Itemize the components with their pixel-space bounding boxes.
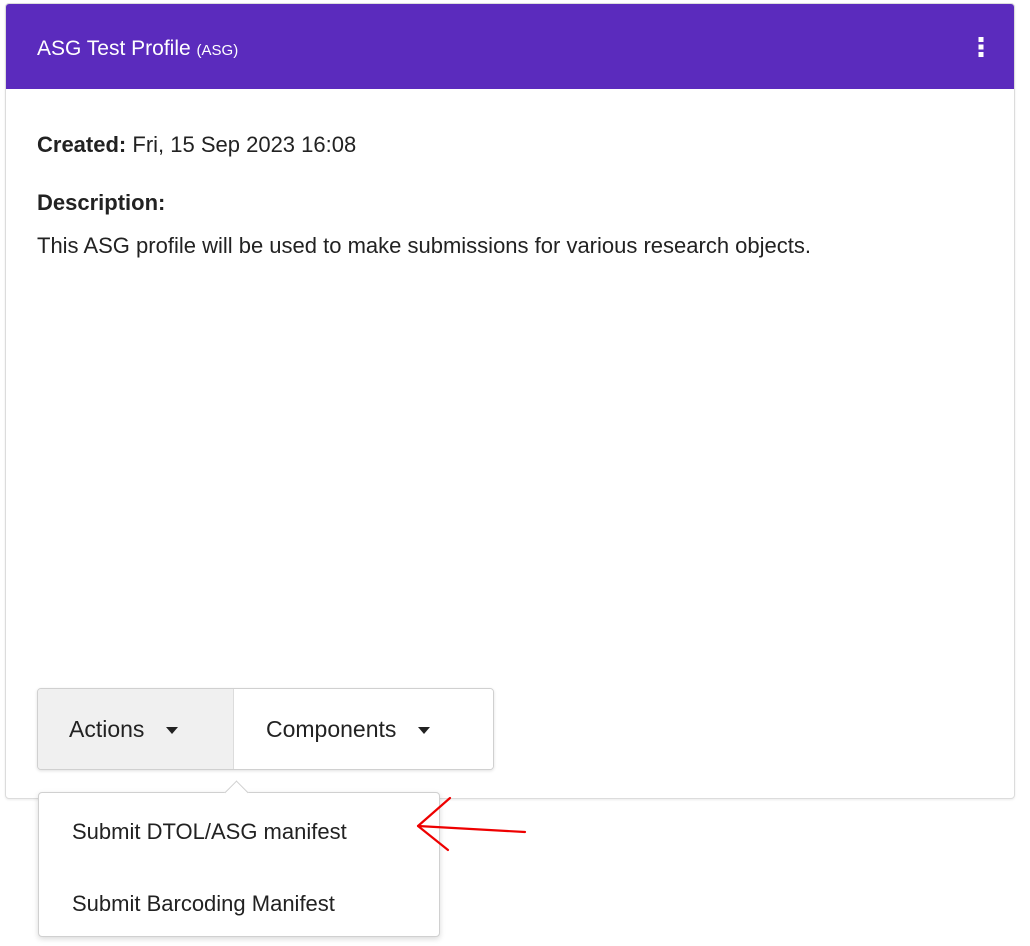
created-label: Created: — [37, 132, 127, 157]
kebab-vertical-icon — [978, 37, 984, 57]
profile-card: ASG Test Profile (ASG) Created: Fri, 15 … — [5, 3, 1015, 799]
description-label: Description: — [37, 190, 166, 215]
menu-item-submit-dtol-asg-manifest[interactable]: Submit DTOL/ASG manifest — [39, 802, 439, 862]
actions-button-label: Actions — [69, 715, 145, 742]
profile-card-header: ASG Test Profile (ASG) — [6, 4, 1014, 89]
profile-options-button[interactable] — [968, 30, 994, 64]
profile-title-text: ASG Test Profile — [37, 37, 191, 60]
components-button[interactable]: Components — [234, 689, 493, 769]
actions-button[interactable]: Actions — [38, 689, 234, 769]
caret-down-icon — [418, 726, 431, 734]
components-button-label: Components — [266, 715, 397, 742]
created-value: Fri, 15 Sep 2023 16:08 — [132, 132, 357, 157]
profile-button-group: Actions Components — [37, 688, 494, 770]
annotation-arrow-stroke — [416, 796, 527, 852]
menu-item-submit-barcoding-manifest[interactable]: Submit Barcoding Manifest — [39, 874, 439, 934]
profile-title: ASG Test Profile (ASG) — [37, 36, 238, 64]
description-text: This ASG profile will be used to make su… — [37, 233, 811, 258]
page: ASG Test Profile (ASG) Created: Fri, 15 … — [0, 0, 1030, 946]
created-row: Created: Fri, 15 Sep 2023 16:08 — [37, 132, 356, 158]
actions-dropdown-menu: Submit DTOL/ASG manifest Submit Barcodin… — [38, 780, 440, 937]
red-arrow-icon — [416, 796, 527, 852]
profile-type-tag: (ASG) — [196, 42, 239, 59]
caret-down-icon — [166, 726, 179, 734]
